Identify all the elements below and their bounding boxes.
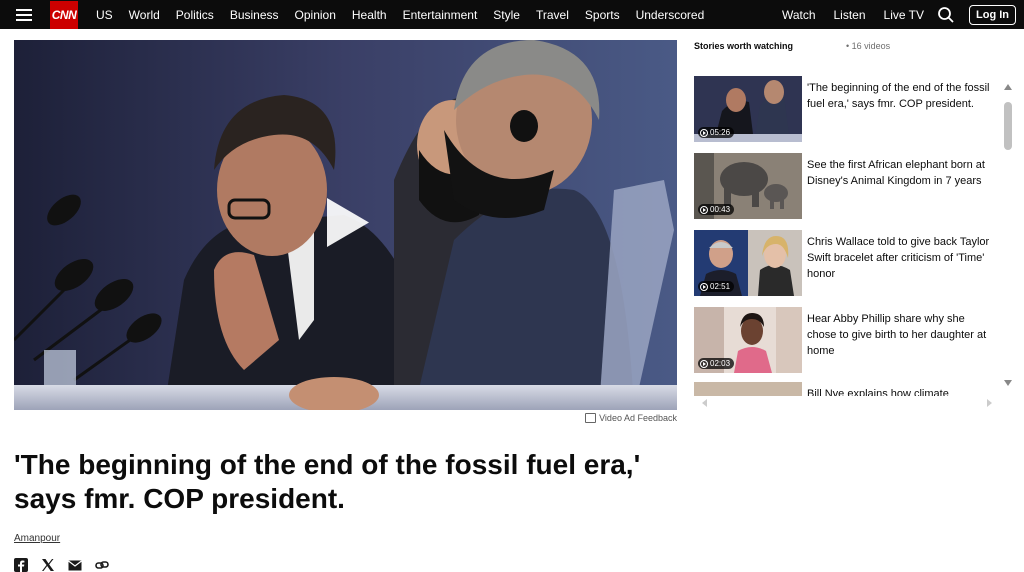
playlist-item-title: 'The beginning of the end of the fossil … [807,82,990,110]
byline-link[interactable]: Amanpour [14,533,60,544]
scroll-right-icon[interactable] [987,399,992,407]
playlist-item-title: Chris Wallace told to give back Taylor S… [807,236,990,280]
playlist-item[interactable]: 05:26 'The beginning of the end of the f… [694,76,999,142]
nav-item-entertainment[interactable]: Entertainment [403,8,478,22]
video-thumbnail [694,382,802,396]
duration-text: 00:43 [710,205,731,214]
playlist-item-title: Hear Abby Phillip share why she chose to… [807,313,987,357]
playlist-horizontal-scrollbar[interactable] [694,398,994,408]
ad-feedback-link[interactable]: Video Ad Feedback [585,413,677,423]
cnn-logo[interactable]: CNN [50,0,78,29]
nav-item-sports[interactable]: Sports [585,8,620,22]
search-icon[interactable] [937,6,955,24]
video-player[interactable] [14,40,677,410]
duration-badge: 02:03 [698,358,735,369]
nav-item-health[interactable]: Health [352,8,387,22]
play-circle-icon [700,282,708,291]
playlist-item-title: Bill Nye explains how climate [807,388,949,396]
scroll-left-icon[interactable] [702,399,707,407]
article-headline: 'The beginning of the end of the fossil … [14,449,641,514]
video-thumbnail: 02:03 [694,307,802,373]
nav-sections: US World Politics Business Opinion Healt… [88,8,712,22]
login-button[interactable]: Log In [969,4,1016,25]
nav-item-underscored[interactable]: Underscored [636,8,705,22]
video-count: • 16 videos [846,41,891,51]
nav-right: Watch Listen Live TV Log In [773,0,1016,29]
nav-item-travel[interactable]: Travel [536,8,569,22]
duration-badge: 00:43 [698,204,735,215]
sidebar-header: Stories worth watching • 16 videos [694,41,1014,51]
nav-item-live-tv[interactable]: Live TV [884,8,924,22]
video-thumbnail: 05:26 [694,76,802,142]
play-circle-icon [700,205,708,214]
duration-badge: 02:51 [698,281,735,292]
duration-text: 02:51 [710,282,731,291]
duration-text: 02:03 [710,359,731,368]
scroll-down-icon[interactable] [1004,380,1012,386]
duration-badge: 05:26 [698,127,735,138]
playlist-item[interactable]: Bill Nye explains how climate [694,382,999,396]
play-circle-icon [700,128,708,137]
nav-item-watch[interactable]: Watch [782,8,816,22]
scroll-up-icon[interactable] [1004,84,1012,90]
playlist-item-title: See the first African elephant born at D… [807,159,985,187]
playlist-scrollbar[interactable] [1002,80,1014,390]
playlist-item[interactable]: 02:03 Hear Abby Phillip share why she ch… [694,307,999,373]
scrollbar-thumb[interactable] [1004,102,1012,150]
nav-item-politics[interactable]: Politics [176,8,214,22]
playlist-item[interactable]: 00:43 See the first African elephant bor… [694,153,999,219]
video-thumbnail: 00:43 [694,153,802,219]
nav-item-us[interactable]: US [96,8,113,22]
nav-item-business[interactable]: Business [230,8,279,22]
video-playlist: 05:26 'The beginning of the end of the f… [694,76,999,396]
ad-feedback-label: Video Ad Feedback [599,413,677,423]
play-circle-icon [700,359,708,368]
playlist-item[interactable]: 02:51 Chris Wallace told to give back Ta… [694,230,999,296]
top-nav: CNN US World Politics Business Opinion H… [0,0,1024,29]
video-thumbnail: 02:51 [694,230,802,296]
nav-item-listen[interactable]: Listen [834,8,866,22]
nav-item-world[interactable]: World [129,8,160,22]
play-icon[interactable] [323,195,373,250]
feedback-icon [585,413,597,423]
nav-item-style[interactable]: Style [493,8,520,22]
duration-text: 05:26 [710,128,731,137]
nav-item-opinion[interactable]: Opinion [295,8,336,22]
hamburger-menu-icon[interactable] [16,8,32,21]
sidebar-title: Stories worth watching [694,41,794,51]
